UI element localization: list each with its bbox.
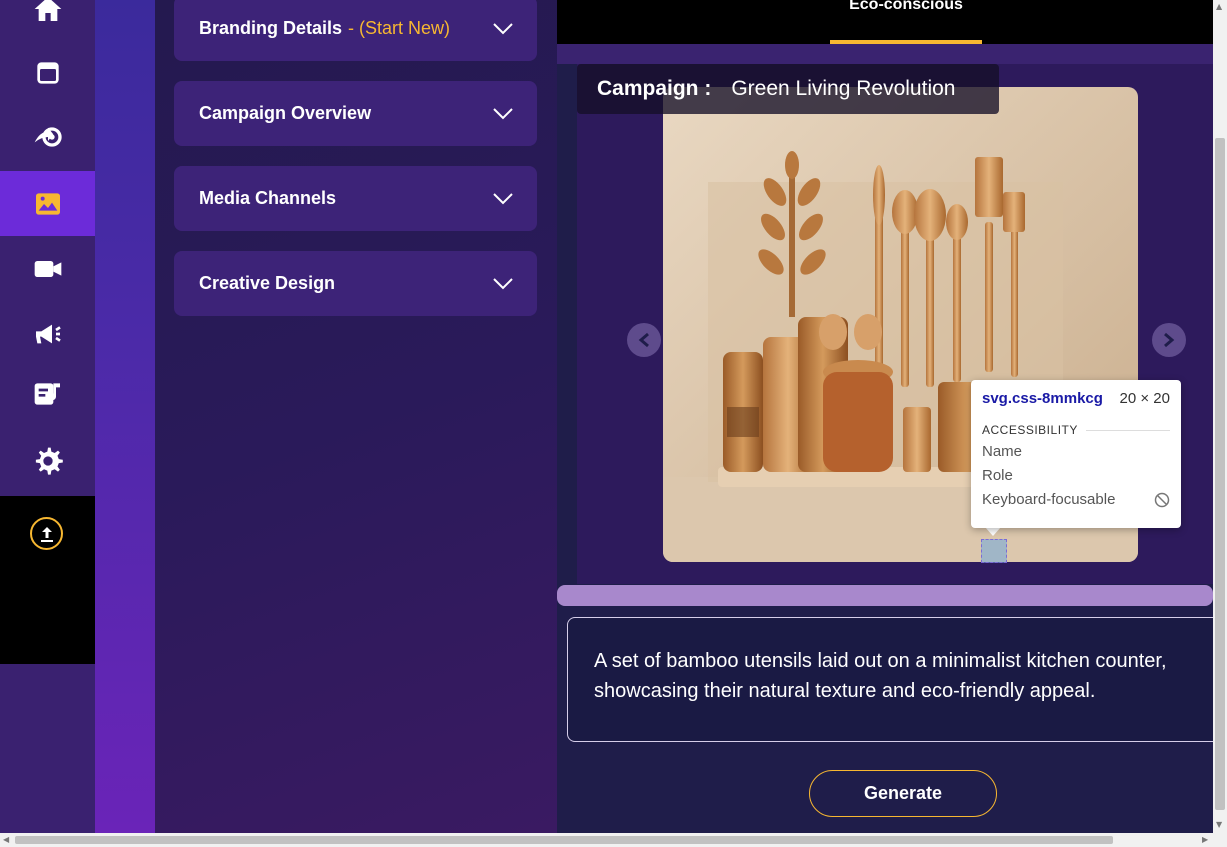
tooltip-row-label: Keyboard-focusable <box>982 491 1116 508</box>
gear-icon <box>35 447 63 475</box>
accordion-label: Campaign Overview <box>199 103 372 123</box>
tooltip-row-keyboard-focusable: Keyboard-focusable <box>982 491 1170 509</box>
campaign-banner: Campaign : Green Living Revolution <box>577 64 999 114</box>
nav-images[interactable] <box>0 171 95 236</box>
not-allowed-icon <box>1154 492 1170 508</box>
start-new-link[interactable]: - (Start New) <box>348 18 450 39</box>
accordion-label: Creative Design <box>199 273 336 293</box>
horizontal-scrollbar[interactable]: ◀ ▶ <box>0 833 1227 847</box>
image-description[interactable]: A set of bamboo utensils laid out on a m… <box>567 617 1227 742</box>
tooltip-dimensions: 20 × 20 <box>1119 390 1170 407</box>
tooltip-section-header: ACCESSIBILITY <box>982 423 1170 437</box>
accordion-media-channels[interactable]: Media Channels <box>174 166 537 231</box>
scroll-right-arrow-icon[interactable]: ▶ <box>1202 835 1208 844</box>
tooltip-arrow <box>985 527 1001 536</box>
tab-bar: Eco-conscious <box>557 0 1213 44</box>
nav-home[interactable] <box>0 0 95 41</box>
chevron-down-icon <box>493 107 513 119</box>
chevron-left-icon <box>638 332 649 348</box>
upload-area <box>0 496 95 664</box>
settings-panel: Branding Details - (Start New) Campaign … <box>155 0 557 833</box>
carousel-next-button[interactable] <box>1152 323 1186 357</box>
selector-class: .css-8mmkcg <box>1007 390 1103 407</box>
tooltip-row-role: Role <box>982 467 1013 484</box>
nav-audio[interactable] <box>0 361 95 426</box>
tab-eco-conscious[interactable]: Eco-conscious <box>830 0 982 44</box>
share-settings-icon <box>34 126 62 147</box>
icon-rail <box>0 0 95 833</box>
horizontal-scroll-thumb[interactable] <box>15 836 1113 844</box>
scroll-left-arrow-icon[interactable]: ◀ <box>3 835 9 844</box>
campaign-label: Campaign : <box>597 77 712 100</box>
chevron-down-icon <box>493 277 513 289</box>
devtools-inspect-tooltip: svg.css-8mmkcg 20 × 20 ACCESSIBILITY Nam… <box>971 380 1181 528</box>
upload-icon <box>40 526 53 542</box>
image-icon <box>35 192 60 215</box>
accordion-creative-design[interactable]: Creative Design <box>174 251 537 316</box>
accordion-label: Media Channels <box>199 188 337 208</box>
nav-campaigns[interactable] <box>0 301 95 366</box>
vertical-scrollbar[interactable]: ▲ ▼ <box>1213 0 1227 833</box>
accordion-campaign-overview[interactable]: Campaign Overview <box>174 81 537 146</box>
calendar-icon <box>36 61 59 84</box>
nav-settings[interactable] <box>0 428 95 493</box>
nav-video[interactable] <box>0 236 95 301</box>
accordion-branding-details[interactable]: Branding Details - (Start New) <box>174 0 537 61</box>
campaign-name: Green Living Revolution <box>731 77 956 100</box>
chevron-down-icon <box>493 22 513 34</box>
home-icon <box>34 0 61 21</box>
music-note-icon <box>34 382 60 405</box>
accordion-label: Branding Details <box>199 18 343 38</box>
carousel-prev-button[interactable] <box>627 323 661 357</box>
generate-button[interactable]: Generate <box>809 770 997 817</box>
nav-share-settings[interactable] <box>0 104 95 169</box>
megaphone-icon <box>35 324 61 343</box>
nav-calendar[interactable] <box>0 40 95 105</box>
chevron-right-icon <box>1164 332 1175 348</box>
scroll-up-arrow-icon[interactable]: ▲ <box>1216 2 1222 11</box>
vertical-scroll-thumb[interactable] <box>1215 138 1225 810</box>
chevron-down-icon <box>493 192 513 204</box>
tab-divider <box>557 44 1213 64</box>
progress-bar <box>557 585 1213 606</box>
tooltip-row-name: Name <box>982 443 1023 460</box>
scroll-down-arrow-icon[interactable]: ▼ <box>1216 820 1222 829</box>
video-icon <box>34 260 61 277</box>
gradient-gutter <box>95 0 155 833</box>
upload-button[interactable] <box>30 517 63 550</box>
selector-tag: svg <box>982 390 1008 407</box>
element-highlight <box>981 539 1007 563</box>
